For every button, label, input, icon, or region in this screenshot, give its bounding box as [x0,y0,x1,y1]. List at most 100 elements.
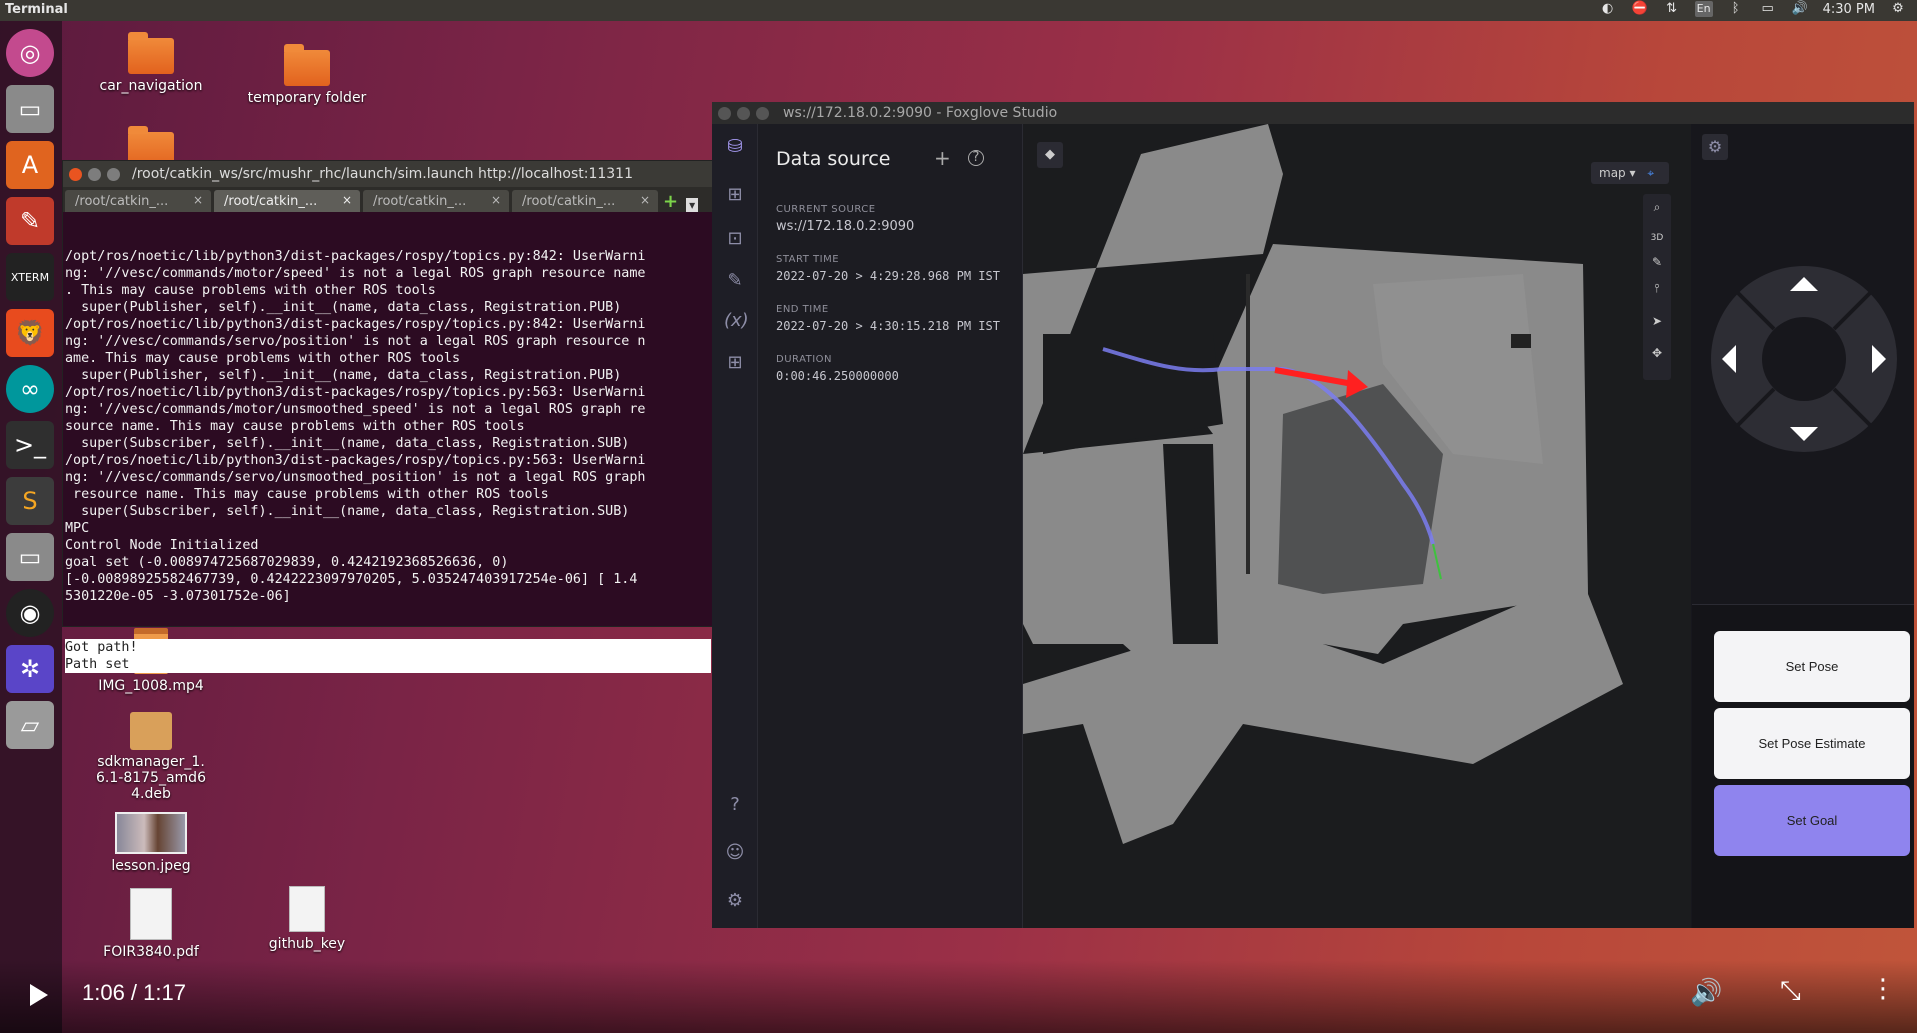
top-panel: Terminal ◐ ⛔ ⇅ En ᛒ ▭ 🔊 4:30 PM ⚙ [0,0,1917,21]
view-mode-toggle[interactable]: 3D [1643,233,1671,243]
desktop-file-pdf[interactable]: FOIR3840.pdf [86,888,216,960]
arduino-icon[interactable]: ∞ [6,365,54,413]
obs-tray-icon[interactable]: ◐ [1599,1,1617,17]
end-time-value: 2022-07-20 > 4:30:15.218 PM IST [776,319,1000,333]
drive-icon[interactable]: ▱ [6,701,54,749]
more-options-icon[interactable]: ⋮ [1870,974,1896,1004]
frame-selector[interactable]: map ▾ ⌖ [1591,162,1669,184]
close-tab-icon[interactable]: × [342,193,352,207]
layers-toggle-icon[interactable]: ◆ [1037,142,1063,168]
panel-settings-gear-icon[interactable]: ⚙ [1702,134,1728,160]
add-panel-icon[interactable]: ⊡ [724,228,746,250]
set-pose-estimate-button[interactable]: Set Pose Estimate [1714,708,1910,779]
desktop-file-github-key[interactable]: github_key [242,886,372,952]
desktop-file-jpeg[interactable]: lesson.jpeg [86,812,216,874]
terminal-line: [-0.00898925582467739, 0.424222309797020… [65,572,638,587]
panel-settings-icon[interactable]: ✎ [724,270,746,292]
maximize-window-button[interactable] [107,167,120,181]
system-tools-icon[interactable]: ✎ [6,197,54,245]
terminal-line: super(Publisher, self).__init__(name, da… [65,368,622,383]
exit-fullscreen-icon[interactable]: ⤡ [1780,976,1801,1007]
joystick-panel: ⚙ [1692,124,1914,605]
terminal-line: ng: '//vesc/commands/motor/unsmoothed_sp… [65,402,646,417]
terminal-line: source name. This may cause problems wit… [65,419,525,434]
terminal-titlebar[interactable]: /root/catkin_ws/src/mushr_rhc/launch/sim… [63,161,721,187]
variables-icon[interactable]: (x) [724,310,749,332]
set-pose-button[interactable]: Set Pose [1714,631,1910,702]
app-settings-gear-icon[interactable]: ⚙ [724,890,746,912]
close-window-button[interactable] [69,167,82,181]
slack-icon[interactable]: ✲ [6,645,54,693]
desktop-folder-car-navigation[interactable]: car_navigation [86,32,216,94]
bluetooth-icon[interactable]: ᛒ [1727,1,1745,17]
directional-pad [1711,266,1897,452]
terminal-tab[interactable]: /root/catkin_... × [363,190,509,212]
start-time-label: START TIME [776,254,840,265]
close-tab-icon[interactable]: × [491,193,501,207]
settings-gear-icon[interactable]: ⚙ [1889,1,1907,17]
image-thumbnail [115,812,187,854]
select-pointer-icon[interactable]: ➤ [1643,314,1671,328]
help-icon[interactable]: ? [724,794,746,816]
close-tab-icon[interactable]: × [640,193,650,207]
terminal-window: /root/catkin_ws/src/mushr_rhc/launch/sim… [62,160,722,673]
search-icon[interactable]: ⌕ [1643,200,1671,215]
clock[interactable]: 4:30 PM [1823,2,1875,17]
maximize-window-button[interactable] [756,106,769,120]
pan-move-icon[interactable]: ✥ [1643,346,1671,360]
play-icon[interactable] [30,984,48,1006]
brave-browser-icon[interactable]: 🦁 [6,309,54,357]
foxglove-titlebar[interactable]: ws://172.18.0.2:9090 - Foxglove Studio [712,102,1914,124]
publish-point-icon[interactable]: ⫯ [1643,281,1671,296]
close-tab-icon[interactable]: × [193,193,203,207]
terminal-tab-bar: /root/catkin_... × /root/catkin_... × /roo… [63,187,721,212]
data-source-icon[interactable]: ⛁ [724,136,746,158]
desktop-folder-temporary[interactable]: temporary folder [242,44,372,106]
battery-icon[interactable]: ▭ [1759,1,1777,17]
xterm-icon[interactable]: XTERM [6,253,54,301]
terminal-tab[interactable]: /root/catkin_... × [65,190,211,212]
add-source-plus-icon[interactable]: + [934,146,951,170]
video-timestamp: 1:06 / 1:17 [82,980,186,1005]
3d-map-panel[interactable]: ◆ map ▾ ⌖ ⌕ 3D ✎ ⫯ ➤ ✥ [1023,124,1691,928]
teleop-panel: ⚙ Set Pose Set Pose Estimate Set Goal [1692,124,1914,928]
tab-menu-chevron-icon[interactable]: ▾ [686,198,699,212]
extensions-icon[interactable]: ⊞ [724,352,746,374]
set-goal-button[interactable]: Set Goal [1714,785,1910,856]
follow-target-icon[interactable]: ⌖ [1647,166,1654,180]
terminal-tab[interactable]: /root/catkin_... × [512,190,658,212]
stop-tray-icon[interactable]: ⛔ [1631,1,1649,17]
account-icon[interactable]: ☺ [724,842,746,864]
obs-icon[interactable]: ◉ [6,589,54,637]
volume-icon[interactable]: 🔊 [1791,1,1809,17]
desktop-file-deb[interactable]: sdkmanager_1.6.1-8175_amd64.deb [86,712,216,802]
folder-icon [128,32,174,74]
minimize-window-button[interactable] [88,167,101,181]
terminal-icon[interactable]: >_ [6,421,54,469]
files-icon[interactable]: ▭ [6,85,54,133]
sublime-text-icon[interactable]: S [6,477,54,525]
network-icon[interactable]: ⇅ [1663,1,1681,17]
ubuntu-dash-icon[interactable]: ◎ [6,29,54,77]
software-center-icon[interactable]: A [6,141,54,189]
terminal-line: super(Subscriber, self).__init__(name, d… [65,504,630,519]
terminal-output[interactable]: /opt/ros/noetic/lib/python3/dist-package… [63,212,721,707]
file-manager-icon[interactable]: ▭ [6,533,54,581]
panel-layout-icon[interactable]: ⊞ [724,184,746,206]
foxglove-sidebar-rail: ⛁ ⊞ ⊡ ✎ (x) ⊞ ? ☺ ⚙ [712,124,758,928]
terminal-tab-active[interactable]: /root/catkin_... × [214,190,360,212]
occupancy-map-view[interactable] [1023,124,1691,928]
terminal-line-selected: Got path! [65,640,138,655]
terminal-line: super(Subscriber, self).__init__(name, d… [65,436,630,451]
video-controls: 1:06 / 1:17 🔊 ⤡ ⋮ [0,960,1917,1033]
close-window-button[interactable] [718,106,731,120]
minimize-window-button[interactable] [737,106,750,120]
info-help-icon[interactable]: ? [968,150,984,166]
terminal-line: MPC [65,521,90,536]
terminal-line: ng: '//vesc/commands/motor/speed' is not… [65,266,646,281]
volume-icon[interactable]: 🔊 [1690,978,1722,1008]
terminal-line: ng: '//vesc/commands/servo/position' is … [65,334,646,349]
new-tab-plus-icon[interactable]: + [663,191,678,212]
measure-ruler-icon[interactable]: ✎ [1643,255,1671,269]
keyboard-layout-indicator[interactable]: En [1694,1,1713,17]
